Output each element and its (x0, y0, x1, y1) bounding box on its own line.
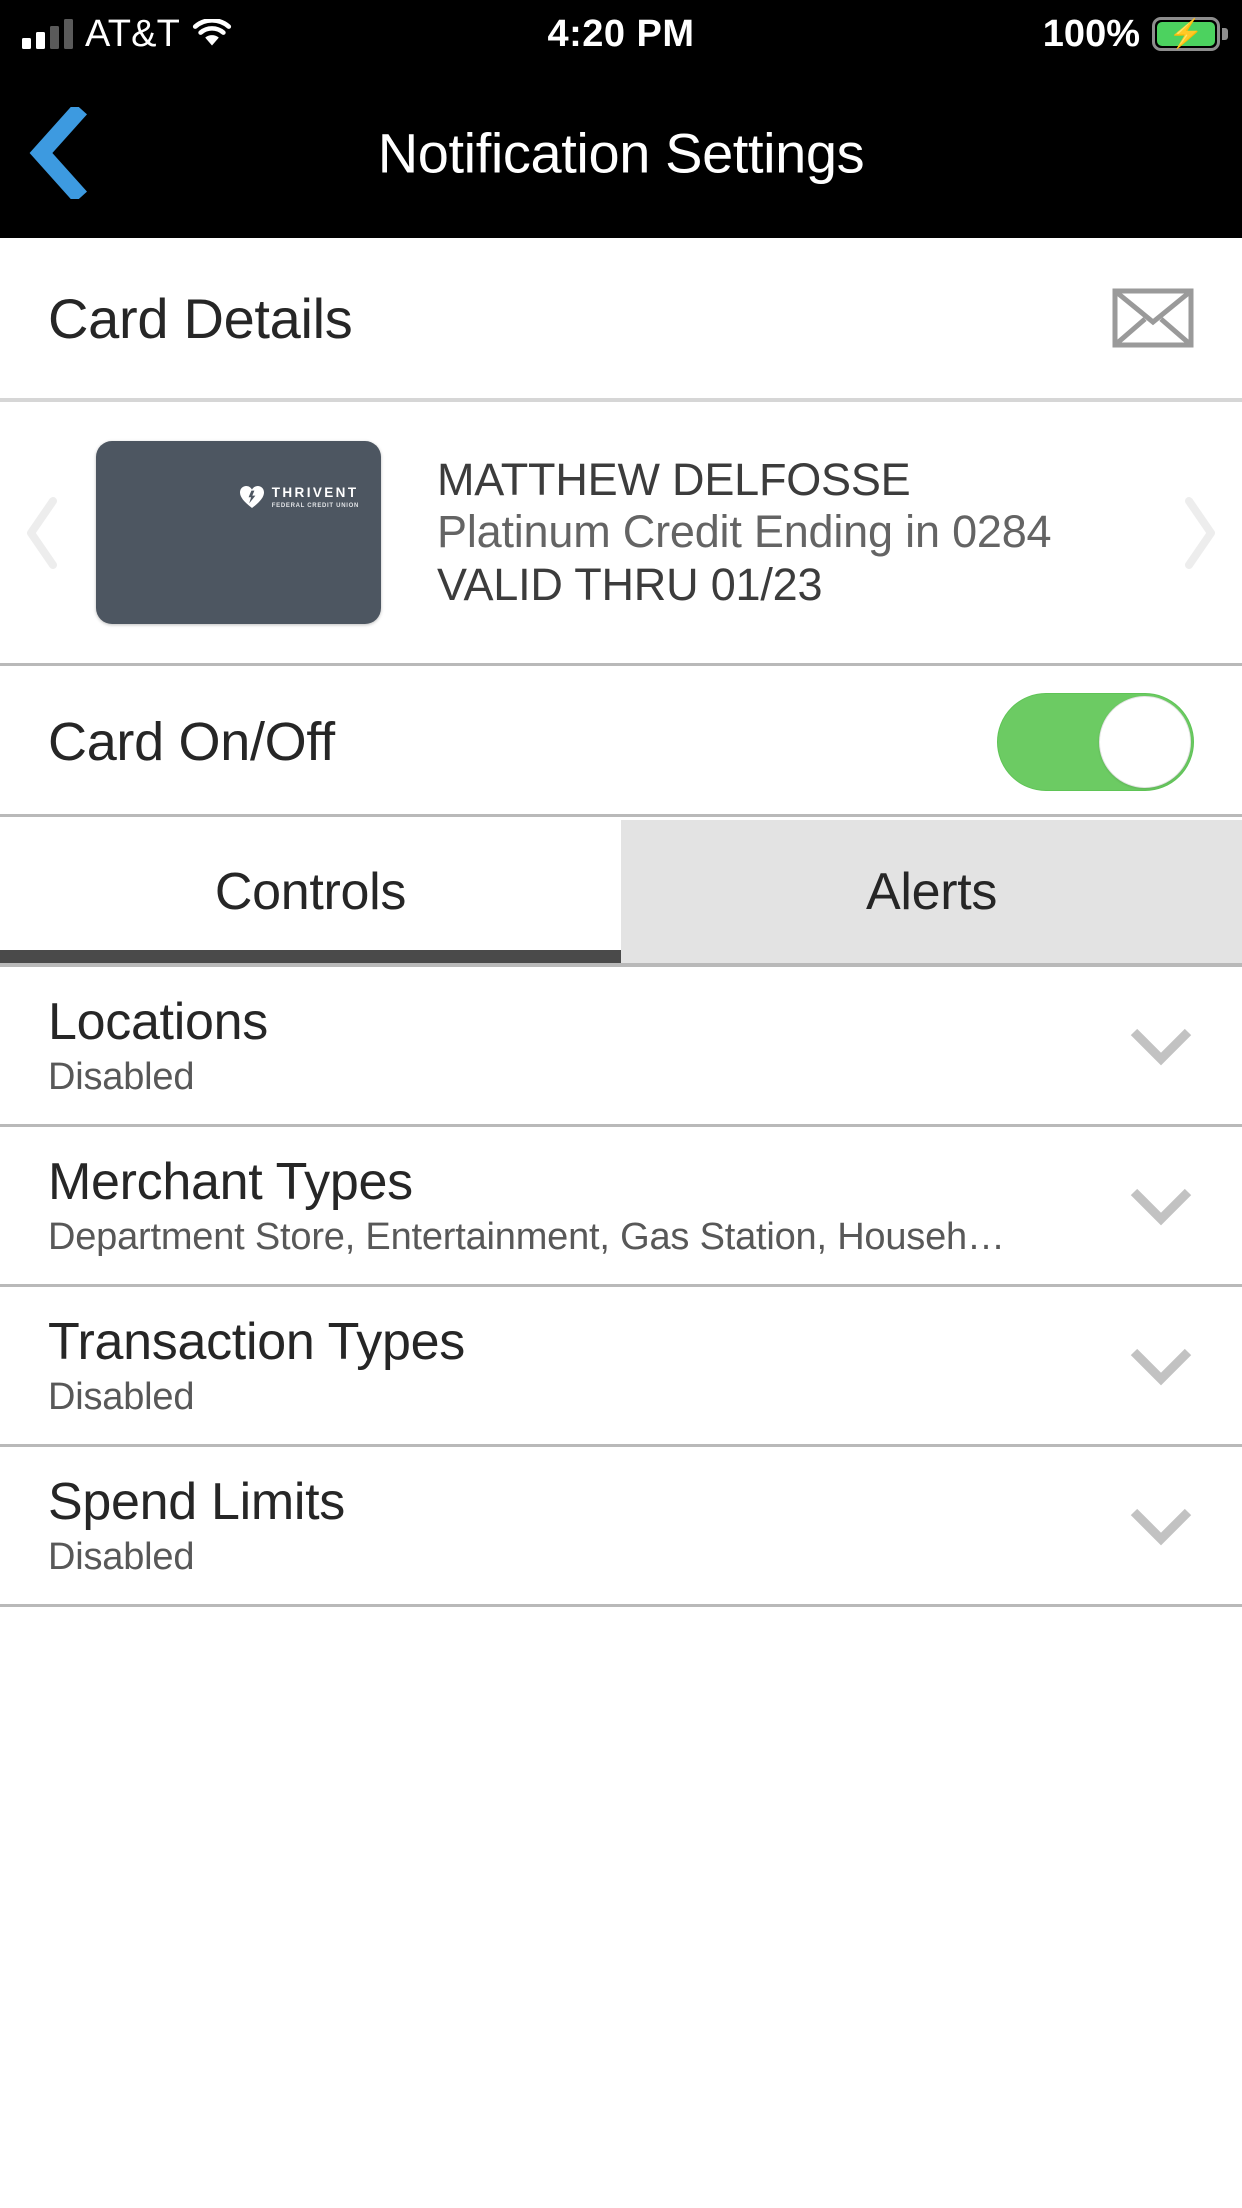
settings-row-spend-limits[interactable]: Spend Limits Disabled (0, 1447, 1242, 1607)
settings-row-locations[interactable]: Locations Disabled (0, 967, 1242, 1127)
card-on-off-toggle[interactable] (997, 692, 1194, 791)
chevron-down-icon[interactable] (1128, 1506, 1194, 1546)
card-details-header: Card Details (0, 238, 1242, 402)
envelope-icon[interactable] (1112, 288, 1194, 348)
battery-percent-label: 100% (1042, 12, 1140, 55)
card-description: Platinum Credit Ending in 0284 (437, 506, 1052, 558)
row-title: Locations (48, 992, 268, 1051)
card-carousel: THRIVENT FEDERAL CREDIT UNION MATTHEW DE… (0, 402, 1242, 666)
navigation-bar: Notification Settings (0, 68, 1242, 238)
carousel-next-button[interactable] (1156, 495, 1242, 571)
chevron-down-icon[interactable] (1128, 1346, 1194, 1386)
tab-alerts[interactable]: Alerts (621, 820, 1242, 963)
card-artwork[interactable]: THRIVENT FEDERAL CREDIT UNION (96, 441, 381, 624)
brand-name: THRIVENT (271, 484, 359, 500)
chevron-down-icon[interactable] (1128, 1026, 1194, 1066)
card-valid-thru: VALID THRU 01/23 (437, 558, 823, 610)
status-bar: AT&T 4:20 PM 100% ⚡ (0, 0, 1242, 68)
chevron-right-icon (1185, 496, 1215, 569)
settings-list: Locations Disabled Merchant Types Depart… (0, 967, 1242, 1607)
status-bar-right: 100% ⚡ (1042, 12, 1228, 56)
thrivent-heart-icon (239, 485, 265, 509)
row-title: Merchant Types (48, 1152, 413, 1211)
carousel-prev-button[interactable] (0, 495, 86, 571)
card-brand-logo: THRIVENT FEDERAL CREDIT UNION (239, 485, 359, 509)
cardholder-name: MATTHEW DELFOSSE (437, 453, 911, 505)
row-subtitle: Disabled (48, 1537, 195, 1576)
row-title: Spend Limits (48, 1472, 345, 1531)
toggle-knob (1099, 695, 1191, 788)
row-subtitle: Department Store, Entertainment, Gas Sta… (48, 1217, 1005, 1256)
tab-controls[interactable]: Controls (0, 820, 621, 963)
row-subtitle: Disabled (48, 1057, 195, 1096)
brand-subtitle: FEDERAL CREDIT UNION (271, 502, 359, 509)
page-title: Notification Settings (377, 121, 865, 185)
tab-controls-label: Controls (214, 862, 407, 921)
tab-alerts-label: Alerts (865, 862, 998, 921)
card-details-title: Card Details (48, 286, 353, 350)
chevron-down-icon[interactable] (1128, 1186, 1194, 1226)
battery-charging-icon: ⚡ (1152, 17, 1228, 51)
row-title: Transaction Types (48, 1312, 465, 1371)
settings-row-merchant-types[interactable]: Merchant Types Department Store, Enterta… (0, 1127, 1242, 1287)
card-on-off-label: Card On/Off (48, 711, 335, 772)
card-on-off-row: Card On/Off (0, 669, 1242, 817)
tab-bar: Controls Alerts (0, 820, 1242, 963)
row-subtitle: Disabled (48, 1377, 195, 1416)
settings-row-transaction-types[interactable]: Transaction Types Disabled (0, 1287, 1242, 1447)
phone-screen: AT&T 4:20 PM 100% ⚡ Notification Setting… (0, 0, 1242, 2208)
card-info: MATTHEW DELFOSSE Platinum Credit Ending … (381, 454, 1156, 612)
chevron-left-icon (27, 496, 57, 569)
